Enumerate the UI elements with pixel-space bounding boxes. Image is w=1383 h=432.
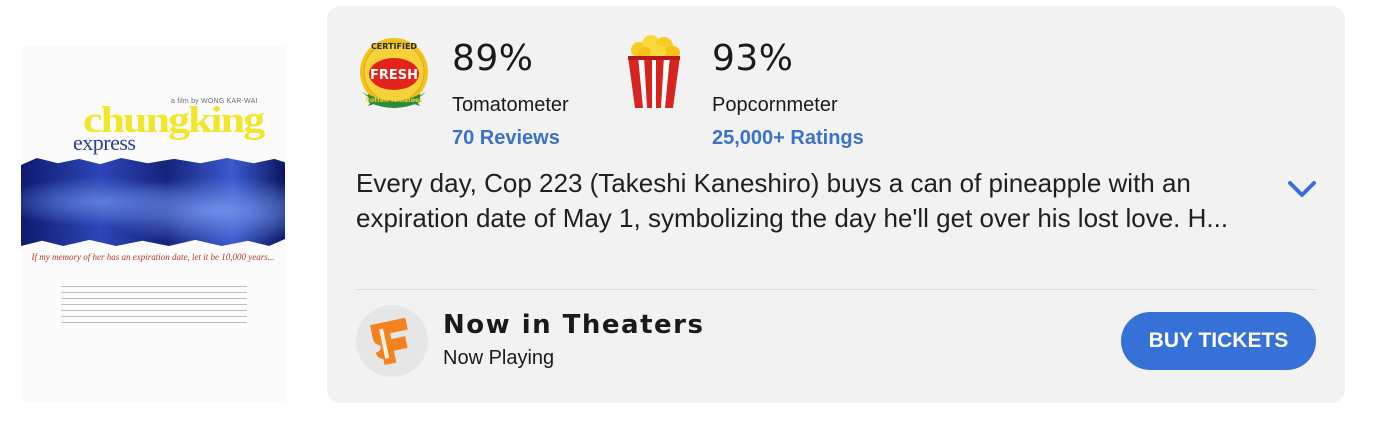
poster-tagline: If my memory of her has an expiration da…	[31, 252, 275, 262]
tomatometer-reviews-link[interactable]: 70 Reviews	[452, 127, 560, 150]
poster-subtitle: express	[73, 130, 136, 155]
synopsis-text: Every day, Cop 223 (Takeshi Kaneshiro) b…	[356, 168, 1229, 233]
svg-text:FRESH: FRESH	[370, 68, 418, 83]
movie-overview: a film by WONG KAR-WAI chungking express…	[0, 0, 1383, 432]
tomatometer-label: Tomatometer	[452, 94, 569, 116]
buy-tickets-button[interactable]: BUY TICKETS	[1121, 312, 1316, 370]
now-in-theaters-title: Now in Theaters	[443, 310, 705, 340]
movie-poster[interactable]: a film by WONG KAR-WAI chungking express…	[21, 46, 285, 402]
popcornmeter-score: 93%	[712, 38, 794, 79]
fandango-icon	[356, 305, 428, 377]
poster-billing-block	[61, 286, 247, 328]
chevron-down-icon[interactable]	[1285, 172, 1319, 206]
svg-text:Rotten Tomatoes: Rotten Tomatoes	[365, 97, 423, 104]
svg-text:CERTIFIED: CERTIFIED	[371, 42, 417, 51]
tomatometer-score: 89%	[452, 38, 534, 79]
certified-fresh-icon: CERTIFIED FRESH Rotten Tomatoes	[358, 36, 430, 110]
poster-artwork	[21, 158, 285, 246]
popcornmeter-ratings-link[interactable]: 25,000+ Ratings	[712, 127, 864, 150]
now-playing-status: Now Playing	[443, 347, 555, 369]
popcornmeter-label: Popcornmeter	[712, 94, 838, 116]
info-card: CERTIFIED FRESH Rotten Tomatoes 89% Toma…	[327, 6, 1345, 403]
section-divider	[356, 289, 1316, 290]
popcorn-bucket-icon	[625, 34, 683, 110]
